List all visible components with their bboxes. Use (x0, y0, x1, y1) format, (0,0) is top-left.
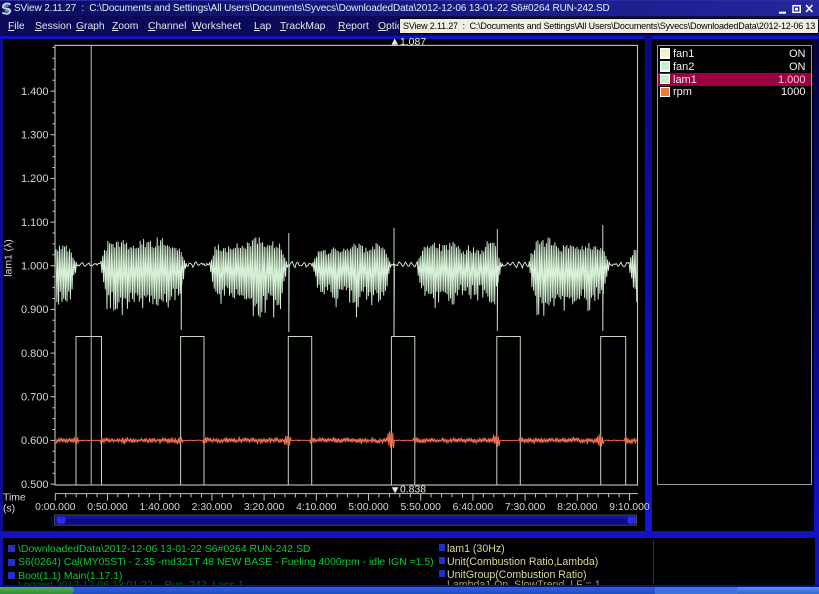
svg-text:0.500: 0.500 (21, 479, 49, 491)
svg-text:0.900: 0.900 (21, 304, 49, 316)
svg-text:1.087: 1.087 (400, 37, 426, 48)
svg-text:9:10.000: 9:10.000 (609, 502, 650, 513)
svg-text:0:00.000: 0:00.000 (35, 502, 76, 513)
svg-text:5:50.000: 5:50.000 (400, 502, 441, 513)
svg-text:0.800: 0.800 (21, 348, 49, 360)
svg-text:1:40.000: 1:40.000 (139, 502, 180, 513)
svg-text:(s): (s) (3, 504, 15, 515)
svg-text:lam1 (λ): lam1 (λ) (4, 239, 15, 277)
svg-text:3:20.000: 3:20.000 (244, 502, 285, 513)
svg-text:1.400: 1.400 (21, 86, 49, 98)
svg-text:6:40.000: 6:40.000 (453, 502, 494, 513)
svg-text:2:30.000: 2:30.000 (192, 502, 233, 513)
svg-text:1.200: 1.200 (21, 173, 49, 185)
svg-text:5:00.000: 5:00.000 (348, 502, 389, 513)
svg-text:1.100: 1.100 (21, 217, 49, 229)
svg-text:0.700: 0.700 (21, 392, 49, 404)
svg-text:Time: Time (3, 493, 26, 504)
svg-text:1.000: 1.000 (21, 261, 49, 273)
svg-text:0:50.000: 0:50.000 (87, 502, 128, 513)
svg-text:8:20.000: 8:20.000 (557, 502, 598, 513)
svg-text:0.600: 0.600 (21, 435, 49, 447)
svg-text:0.838: 0.838 (400, 485, 426, 496)
svg-text:1.300: 1.300 (21, 130, 49, 142)
svg-text:7:30.000: 7:30.000 (505, 502, 546, 513)
svg-text:4:10.000: 4:10.000 (296, 502, 337, 513)
